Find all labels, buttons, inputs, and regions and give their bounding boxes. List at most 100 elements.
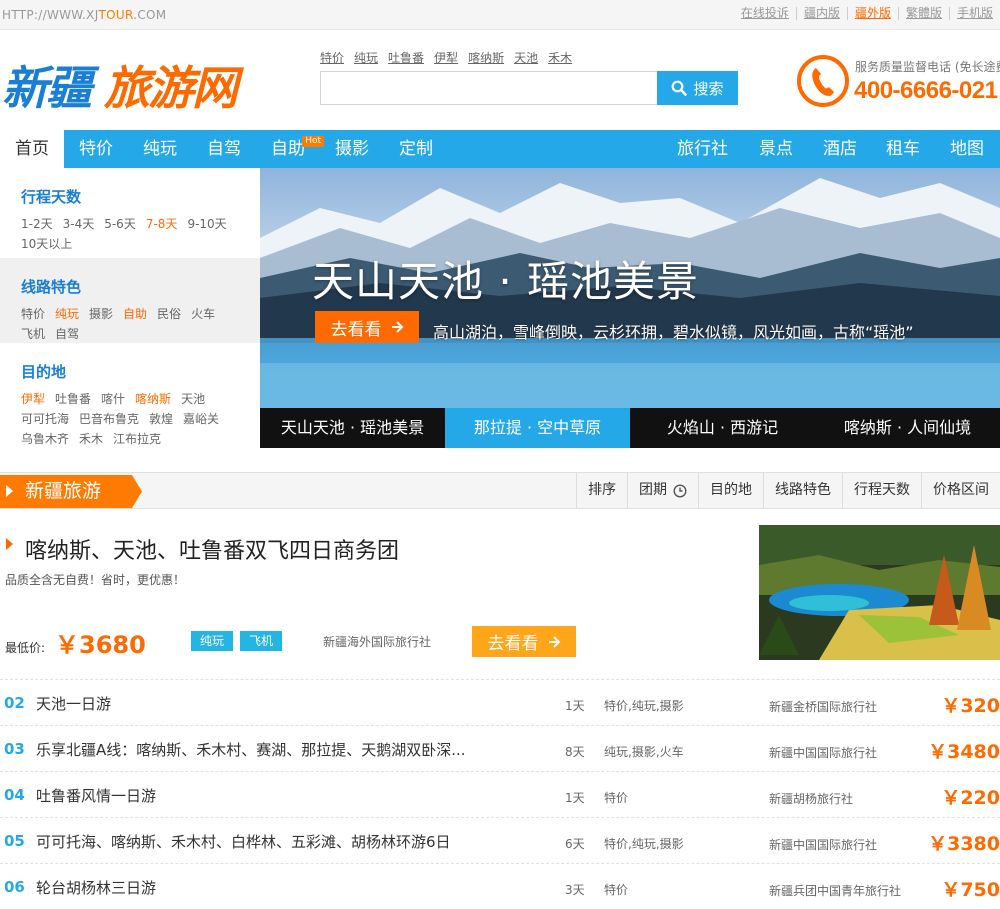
filter-option[interactable]: 巴音布鲁克: [79, 409, 139, 429]
filter-option[interactable]: 自驾: [55, 324, 79, 344]
nav-item[interactable]: 景点: [744, 130, 808, 168]
filter-option[interactable]: 自助: [123, 304, 147, 324]
filter-option[interactable]: 江布拉克: [113, 429, 161, 449]
section-title: 新疆旅游: [0, 475, 142, 508]
route-name[interactable]: 天池一日游: [36, 693, 111, 714]
table-row[interactable]: 04 吐鲁番风情一日游 1天 特价 新疆胡杨旅行社 ￥220: [0, 771, 1000, 817]
search-input[interactable]: [320, 71, 658, 105]
filter-option[interactable]: 特价: [21, 304, 45, 324]
filter-option[interactable]: 民俗: [157, 304, 181, 324]
search-button[interactable]: 搜索: [657, 71, 738, 105]
hot-search-link[interactable]: 天池: [514, 49, 538, 66]
route-name[interactable]: 吐鲁番风情一日游: [36, 785, 156, 806]
featured-view-button[interactable]: 去看看: [472, 626, 576, 657]
route-agency[interactable]: 新疆金桥国际旅行社: [769, 698, 877, 715]
table-row[interactable]: 02 天池一日游 1天 特价,纯玩,摄影 新疆金桥国际旅行社 ￥320: [0, 679, 1000, 725]
hot-search-link[interactable]: 伊犁: [434, 49, 458, 66]
route-agency[interactable]: 新疆中国国际旅行社: [769, 836, 877, 853]
table-row[interactable]: 06 轮台胡杨林三日游 3天 特价 新疆兵团中国青年旅行社 ￥750: [0, 863, 1000, 909]
site-logo[interactable]: 新疆 旅游网: [2, 52, 264, 115]
top-link[interactable]: 疆外版: [846, 7, 898, 20]
top-link[interactable]: 疆内版: [795, 7, 847, 20]
featured-price-label: 最低价:: [5, 641, 46, 655]
nav-item-home[interactable]: 首页: [0, 130, 64, 168]
hot-search-link[interactable]: 纯玩: [354, 49, 378, 66]
filter-option[interactable]: 10天以上: [21, 234, 72, 254]
route-name[interactable]: 乐享北疆A线：喀纳斯、禾木村、赛湖、那拉提、天鹅湖双卧深...: [36, 739, 466, 760]
nav-item[interactable]: 租车: [871, 130, 935, 168]
featured-image[interactable]: [759, 525, 1000, 660]
banner-view-button[interactable]: 去看看: [315, 311, 419, 343]
nav-item[interactable]: 地图: [935, 130, 999, 168]
top-link[interactable]: 手机版: [948, 7, 1000, 20]
filter-option[interactable]: 1-2天: [21, 214, 53, 234]
featured-agency[interactable]: 新疆海外国际旅行社: [323, 633, 431, 650]
filter-option[interactable]: 天池: [181, 389, 205, 409]
hot-search-link[interactable]: 吐鲁番: [388, 49, 424, 66]
route-price: ￥750: [941, 879, 1000, 901]
route-agency[interactable]: 新疆兵团中国青年旅行社: [769, 882, 901, 899]
filter-option[interactable]: 乌鲁木齐: [21, 429, 69, 449]
nav-item[interactable]: 酒店: [808, 130, 872, 168]
hot-search-link[interactable]: 禾木: [548, 49, 572, 66]
route-name[interactable]: 可可托海、喀纳斯、禾木村、白桦林、五彩滩、胡杨林环游6日: [36, 831, 451, 852]
banner-tab[interactable]: 火焰山 · 西游记: [630, 408, 815, 448]
filter-option[interactable]: 7-8天: [146, 214, 178, 234]
filter-option[interactable]: 纯玩: [55, 304, 79, 324]
nav-item-label: 摄影: [335, 139, 369, 159]
filter-option[interactable]: 喀纳斯: [135, 389, 171, 409]
route-price: ￥320: [941, 695, 1000, 717]
main-nav: 首页 特价 纯玩 自驾 自助 Hot 摄影 定制 旅行社 景点 酒店 租车 地图: [0, 130, 1000, 168]
sort-option[interactable]: 行程天数: [842, 473, 921, 508]
hot-search-link[interactable]: 喀纳斯: [468, 49, 504, 66]
route-days: 6天: [565, 837, 585, 851]
route-agency[interactable]: 新疆中国国际旅行社: [769, 744, 877, 761]
sort-option[interactable]: 目的地: [698, 473, 763, 508]
filter-option[interactable]: 5-6天: [104, 214, 136, 234]
site-url: HTTP://WWW.XJTOUR.COM: [2, 8, 167, 22]
hot-search-link[interactable]: 特价: [320, 49, 344, 66]
table-row[interactable]: 03 乐享北疆A线：喀纳斯、禾木村、赛湖、那拉提、天鹅湖双卧深... 8天 纯玩,摄影…: [0, 725, 1000, 771]
filter-option[interactable]: 敦煌: [149, 409, 173, 429]
route-name[interactable]: 轮台胡杨林三日游: [36, 877, 156, 898]
featured-subtitle: 品质全含无自费！省时，更优惠！: [5, 573, 186, 587]
filter-options: 特价 纯玩 摄影 自助 民俗 火车飞机 自驾: [21, 304, 246, 344]
hero-banner[interactable]: 天山天池 · 瑶池美景 去看看 高山湖泊，雪峰倒映，云杉环拥，碧水似镜，风光如画…: [260, 168, 1000, 408]
arrow-right-icon: [548, 635, 560, 648]
sort-option[interactable]: 价格区间: [921, 473, 1000, 508]
sort-option[interactable]: 排序: [576, 473, 627, 508]
top-link[interactable]: 在线投诉: [734, 7, 796, 20]
filter-option[interactable]: 嘉峪关: [183, 409, 219, 429]
filter-option[interactable]: 可可托海: [21, 409, 69, 429]
route-features: 纯玩,摄影,火车: [604, 745, 684, 759]
banner-tab[interactable]: 那拉提 · 空中草原: [445, 408, 630, 448]
filter-option[interactable]: 喀什: [101, 389, 125, 409]
section-header: 新疆旅游 排序 团期 目的地 线路特色 行程天数 价格区间: [0, 472, 1000, 509]
nav-item[interactable]: 自驾: [192, 130, 256, 168]
nav-item[interactable]: 旅行社: [662, 130, 743, 168]
filter-option[interactable]: 禾木: [79, 429, 103, 449]
sort-option[interactable]: 团期: [627, 473, 698, 508]
filter-option[interactable]: 火车: [191, 304, 215, 324]
filter-option[interactable]: 吐鲁番: [55, 389, 91, 409]
nav-item[interactable]: 特价: [64, 130, 128, 168]
nav-item[interactable]: 自助 Hot: [256, 130, 324, 168]
filter-group: 行程天数 1-2天 3-4天 5-6天 7-8天 9-10天 10天以上: [0, 168, 260, 258]
filter-option[interactable]: 飞机: [21, 324, 45, 344]
top-link[interactable]: 繁體版: [897, 7, 949, 20]
filter-option[interactable]: 伊犁: [21, 389, 45, 409]
nav-item[interactable]: 定制: [384, 130, 448, 168]
banner-tab[interactable]: 喀纳斯 · 人间仙境: [815, 408, 1000, 448]
nav-item[interactable]: 纯玩: [128, 130, 192, 168]
filter-option[interactable]: 9-10天: [187, 214, 226, 234]
clock-icon: [673, 483, 687, 498]
featured-title[interactable]: 喀纳斯、天池、吐鲁番双飞四日商务团: [25, 533, 399, 565]
filter-option[interactable]: 3-4天: [63, 214, 95, 234]
sort-option-label: 行程天数: [854, 482, 910, 498]
filter-option[interactable]: 摄影: [89, 304, 113, 324]
nav-item[interactable]: 摄影: [320, 130, 384, 168]
banner-tab[interactable]: 天山天池 · 瑶池美景: [260, 408, 445, 448]
table-row[interactable]: 05 可可托海、喀纳斯、禾木村、白桦林、五彩滩、胡杨林环游6日 6天 特价,纯玩,摄影…: [0, 817, 1000, 863]
route-agency[interactable]: 新疆胡杨旅行社: [769, 790, 853, 807]
sort-option[interactable]: 线路特色: [763, 473, 842, 508]
